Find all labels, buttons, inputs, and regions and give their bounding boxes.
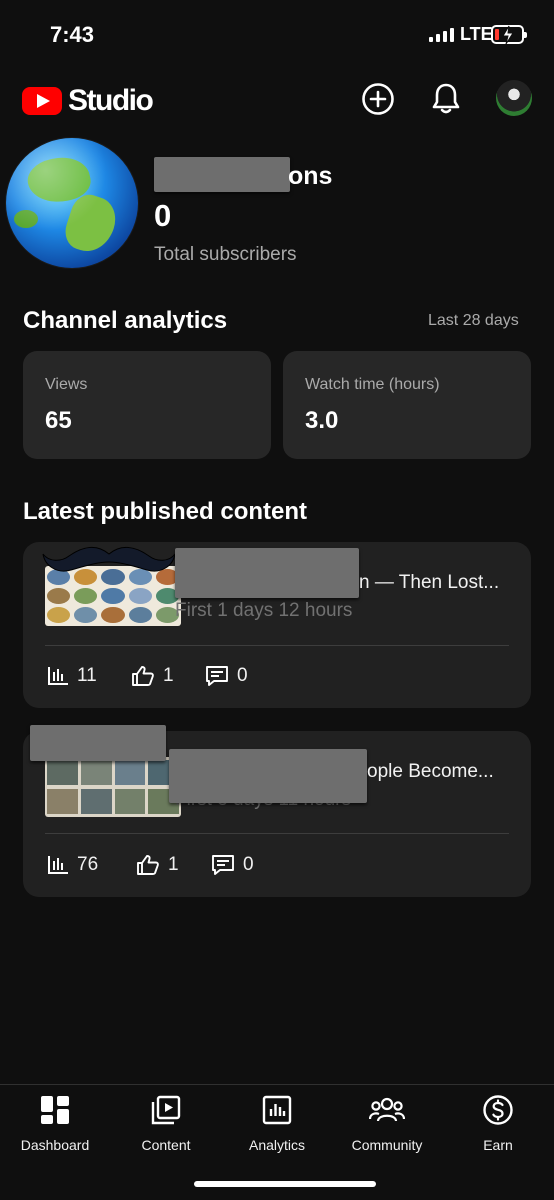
thumbs-up-icon [137, 855, 159, 875]
likes-metric: 1 [131, 665, 174, 687]
nav-label: Analytics [248, 1137, 306, 1153]
account-avatar[interactable] [496, 80, 532, 116]
views-count: 76 [77, 854, 99, 875]
subscriber-count: 0 [154, 198, 172, 233]
video-thumbnail [45, 757, 181, 817]
stat-label: Watch time (hours) [305, 376, 440, 393]
card-divider [45, 833, 509, 834]
nav-content[interactable]: Content [111, 1093, 221, 1153]
add-circle-icon [362, 83, 394, 115]
comments-metric: 0 [205, 665, 248, 687]
latest-content-title: Latest published content [23, 498, 308, 525]
bar-chart-icon [48, 667, 68, 685]
subscriber-label: Total subscribers [154, 244, 297, 265]
stat-label: Views [45, 376, 88, 393]
views-metric: 76 [47, 854, 98, 876]
nav-label: Content [141, 1137, 191, 1153]
stat-value: 65 [45, 407, 72, 434]
signal-icon [429, 28, 454, 42]
nav-analytics[interactable]: Analytics [222, 1093, 332, 1153]
youtube-play-icon [22, 87, 62, 115]
video-title: ople Become... [367, 761, 494, 782]
comments-count: 0 [243, 854, 254, 875]
network-label: LTE [460, 24, 493, 44]
card-divider [45, 645, 509, 646]
nav-earn[interactable]: Earn [443, 1093, 553, 1153]
redaction-box [175, 548, 359, 598]
likes-count: 1 [168, 854, 179, 875]
analytics-icon [262, 1095, 292, 1125]
likes-count: 1 [163, 665, 174, 686]
likes-metric: 1 [136, 854, 179, 876]
studio-logo[interactable]: Studio [22, 84, 154, 118]
channel-avatar [6, 138, 138, 268]
views-metric: 11 [47, 665, 97, 687]
status-time: 7:43 [50, 22, 95, 47]
analytics-title: Channel analytics [23, 307, 228, 334]
nav-community[interactable]: Community [332, 1093, 442, 1153]
stat-value: 3.0 [305, 407, 339, 434]
nav-label: Dashboard [20, 1137, 90, 1153]
comments-metric: 0 [211, 854, 254, 876]
logo-text: Studio [68, 84, 154, 117]
bell-icon [432, 83, 460, 114]
analytics-period: Last 28 days [428, 312, 519, 329]
comment-icon [212, 855, 234, 875]
comments-count: 0 [237, 665, 248, 686]
redaction-box [169, 749, 367, 803]
views-card[interactable]: Views 65 [23, 351, 271, 459]
dollar-icon [483, 1095, 513, 1125]
comment-icon [206, 666, 228, 686]
nav-label: Earn [483, 1137, 513, 1153]
bar-chart-icon [48, 856, 68, 874]
channel-name: ons [288, 162, 333, 190]
content-card[interactable]: n — Then Lost... First 1 days 12 hours 1… [23, 542, 531, 708]
video-title: n — Then Lost... [359, 572, 500, 593]
dashboard-icon [41, 1096, 69, 1124]
watch-time-card[interactable]: Watch time (hours) 3.0 [283, 351, 531, 459]
mustache-sticker [42, 547, 176, 572]
content-card[interactable]: First 3 days 11 hours ople Become... 76 … [23, 725, 531, 897]
notifications-button[interactable] [428, 81, 464, 117]
app-bar: Studio [0, 76, 554, 122]
nav-dashboard[interactable]: Dashboard [0, 1093, 110, 1153]
create-button[interactable] [360, 81, 396, 117]
video-age: First 1 days 12 hours [175, 600, 353, 621]
redaction-box [30, 725, 166, 761]
views-count: 11 [77, 665, 97, 686]
battery-icon [491, 25, 527, 45]
nav-label: Community [351, 1137, 423, 1153]
thumbs-up-icon [132, 666, 154, 686]
content-icon [151, 1095, 181, 1125]
home-indicator [194, 1181, 376, 1187]
community-icon [369, 1097, 405, 1122]
status-bar: 7:43 LTE [0, 0, 554, 70]
redaction-box [154, 157, 290, 192]
